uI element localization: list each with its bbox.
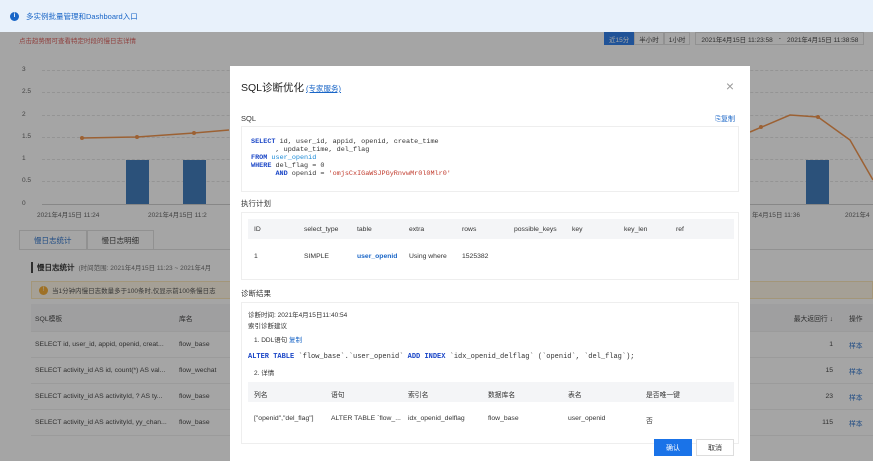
plan-col: select_type: [304, 226, 339, 233]
detail-col: 数据库名: [488, 392, 516, 399]
plan-cell: 1: [254, 253, 258, 260]
close-icon[interactable]: ×: [726, 78, 734, 94]
plan-col: key_len: [624, 226, 648, 233]
plan-cell: Using where: [409, 253, 447, 260]
detail-cell: 否: [646, 418, 653, 425]
detail-col: 是否唯一键: [646, 392, 680, 399]
plan-cell-table[interactable]: user_openid: [357, 253, 397, 260]
plan-cell: SIMPLE: [304, 253, 329, 260]
plan-col: extra: [409, 226, 425, 233]
dialog-title: SQL诊断优化 (专家服务): [241, 82, 342, 94]
sql-code-box: SELECT id, user_id, appid, openid, creat…: [241, 126, 739, 192]
plan-cell: 1525382: [462, 253, 489, 260]
ddl-statement: ALTER TABLE `flow_base`.`user_openid` AD…: [248, 353, 635, 361]
info-icon: i: [10, 11, 19, 21]
plan-col: ref: [676, 226, 684, 233]
banner-link[interactable]: 多实例批量管理和Dashboard入口: [26, 11, 138, 22]
plan-col: table: [357, 226, 372, 233]
diagnosis-label: 诊断结果: [241, 289, 271, 298]
detail-label: 2. 详情: [254, 370, 275, 377]
copy-button[interactable]: ⎘复制: [715, 114, 735, 124]
detail-cell: ["openid","del_flag"]: [254, 415, 314, 422]
index-detail-table: 列名 语句 索引名 数据库名 表名 是否唯一键 ["openid","del_f…: [248, 382, 734, 432]
sql-diagnosis-dialog: SQL诊断优化 (专家服务) × SQL ⎘复制 SELECT id, user_…: [230, 66, 750, 461]
plan-col: rows: [462, 226, 477, 233]
ddl-line: 1. DDL语句 复制: [254, 337, 303, 344]
detail-col: 列名: [254, 392, 268, 399]
detail-cell: ALTER TABLE `flow_...: [331, 415, 401, 422]
sql-label: SQL: [241, 114, 257, 123]
plan-col: possible_keys: [514, 226, 557, 233]
index-suggestion-title: 索引诊断建议: [248, 323, 287, 330]
expert-service-link[interactable]: (专家服务): [306, 84, 341, 93]
plan-col: ID: [254, 226, 261, 233]
diagnosis-result-box: 诊断时间: 2021年4月15日11:40:54 索引诊断建议 1. DDL语句…: [241, 302, 739, 444]
detail-col: 表名: [568, 392, 582, 399]
ddl-copy-link[interactable]: 复制: [289, 337, 302, 344]
confirm-button[interactable]: 确认: [654, 439, 692, 456]
cancel-button[interactable]: 取消: [696, 439, 734, 456]
detail-cell: user_openid: [568, 415, 606, 422]
detail-col: 索引名: [408, 392, 429, 399]
execution-plan-table: ID select_type table extra rows possible…: [241, 212, 739, 280]
detail-cell: idx_openid_delflag: [408, 415, 465, 422]
top-banner[interactable]: i 多实例批量管理和Dashboard入口: [0, 0, 873, 32]
detail-col: 语句: [331, 392, 345, 399]
plan-label: 执行计划: [241, 199, 271, 208]
detail-cell: flow_base: [488, 415, 519, 422]
diagnosis-time: 诊断时间: 2021年4月15日11:40:54: [248, 312, 348, 319]
plan-col: key: [572, 226, 583, 233]
